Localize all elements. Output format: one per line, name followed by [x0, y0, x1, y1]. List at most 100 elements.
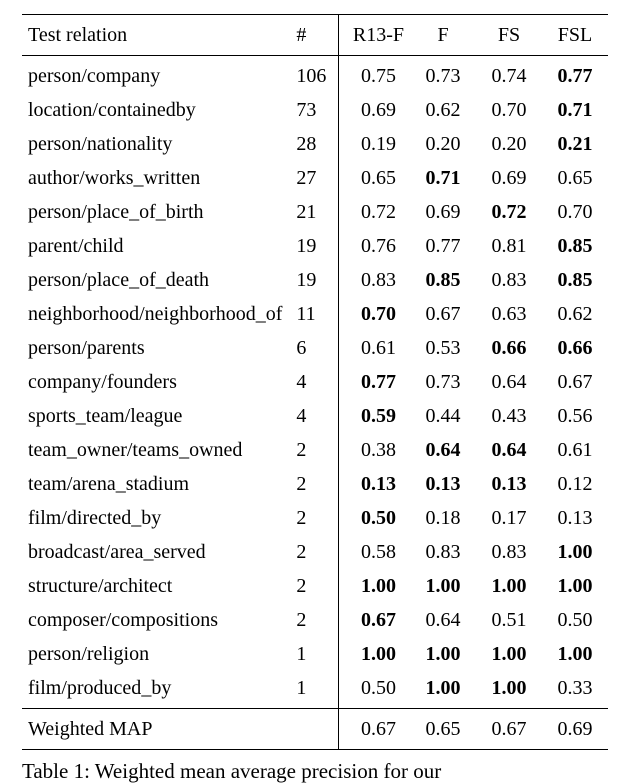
cell-value: 1.00 — [476, 671, 542, 709]
cell-value: 1.00 — [542, 535, 608, 569]
table-row: company/founders40.770.730.640.67 — [22, 365, 608, 399]
cell-count: 27 — [290, 161, 338, 195]
cell-value: 0.70 — [476, 93, 542, 127]
cell-value: 1.00 — [338, 637, 410, 671]
cell-count: 2 — [290, 467, 338, 501]
cell-value: 0.65 — [338, 161, 410, 195]
cell-value: 0.71 — [410, 161, 476, 195]
cell-value: 0.83 — [410, 535, 476, 569]
cell-relation: company/founders — [22, 365, 290, 399]
cell-relation: structure/architect — [22, 569, 290, 603]
cell-value: 1.00 — [410, 637, 476, 671]
cell-value: 0.72 — [338, 195, 410, 229]
table-row: person/nationality280.190.200.200.21 — [22, 127, 608, 161]
cell-value: 0.13 — [476, 467, 542, 501]
cell-count: 106 — [290, 56, 338, 94]
cell-value: 1.00 — [410, 569, 476, 603]
cell-value: 0.70 — [338, 297, 410, 331]
table-row: broadcast/area_served20.580.830.831.00 — [22, 535, 608, 569]
cell-count: 73 — [290, 93, 338, 127]
cell-value: 0.75 — [338, 56, 410, 94]
table-caption: Table 1: Weighted mean average precision… — [22, 758, 608, 784]
footer-v3: 0.67 — [476, 709, 542, 750]
cell-relation: person/religion — [22, 637, 290, 671]
table-row: film/produced_by10.501.001.000.33 — [22, 671, 608, 709]
footer-label: Weighted MAP — [22, 709, 290, 750]
cell-relation: person/parents — [22, 331, 290, 365]
cell-relation: person/place_of_death — [22, 263, 290, 297]
cell-value: 0.59 — [338, 399, 410, 433]
cell-value: 0.69 — [410, 195, 476, 229]
cell-count: 1 — [290, 637, 338, 671]
table-row: person/place_of_birth210.720.690.720.70 — [22, 195, 608, 229]
cell-relation: author/works_written — [22, 161, 290, 195]
cell-value: 0.67 — [410, 297, 476, 331]
cell-relation: person/nationality — [22, 127, 290, 161]
cell-value: 1.00 — [410, 671, 476, 709]
table-header-row: Test relation # R13-F F FS FSL — [22, 15, 608, 56]
cell-value: 0.44 — [410, 399, 476, 433]
cell-value: 0.83 — [476, 535, 542, 569]
cell-relation: location/containedby — [22, 93, 290, 127]
footer-v2: 0.65 — [410, 709, 476, 750]
cell-value: 0.38 — [338, 433, 410, 467]
cell-value: 0.67 — [542, 365, 608, 399]
cell-value: 0.66 — [542, 331, 608, 365]
cell-value: 0.70 — [542, 195, 608, 229]
cell-value: 0.61 — [338, 331, 410, 365]
cell-value: 1.00 — [542, 637, 608, 671]
cell-value: 0.33 — [542, 671, 608, 709]
col-header-fs: FS — [476, 15, 542, 56]
cell-value: 0.81 — [476, 229, 542, 263]
cell-relation: person/company — [22, 56, 290, 94]
cell-relation: parent/child — [22, 229, 290, 263]
cell-value: 1.00 — [476, 569, 542, 603]
cell-relation: broadcast/area_served — [22, 535, 290, 569]
cell-value: 0.85 — [542, 229, 608, 263]
cell-value: 0.76 — [338, 229, 410, 263]
cell-value: 0.17 — [476, 501, 542, 535]
cell-value: 0.19 — [338, 127, 410, 161]
cell-value: 0.85 — [542, 263, 608, 297]
cell-value: 0.50 — [338, 671, 410, 709]
cell-value: 0.58 — [338, 535, 410, 569]
cell-value: 0.62 — [542, 297, 608, 331]
table-row: person/religion11.001.001.001.00 — [22, 637, 608, 671]
footer-v1: 0.67 — [338, 709, 410, 750]
table-row: person/parents60.610.530.660.66 — [22, 331, 608, 365]
cell-count: 2 — [290, 433, 338, 467]
cell-count: 11 — [290, 297, 338, 331]
table-row: film/directed_by20.500.180.170.13 — [22, 501, 608, 535]
table-row: parent/child190.760.770.810.85 — [22, 229, 608, 263]
cell-value: 0.21 — [542, 127, 608, 161]
cell-count: 28 — [290, 127, 338, 161]
cell-value: 0.64 — [410, 433, 476, 467]
cell-value: 0.12 — [542, 467, 608, 501]
cell-value: 0.69 — [338, 93, 410, 127]
cell-value: 0.72 — [476, 195, 542, 229]
cell-relation: film/produced_by — [22, 671, 290, 709]
table-row: person/place_of_death190.830.850.830.85 — [22, 263, 608, 297]
cell-value: 0.62 — [410, 93, 476, 127]
cell-value: 0.73 — [410, 365, 476, 399]
cell-count: 6 — [290, 331, 338, 365]
table-row: author/works_written270.650.710.690.65 — [22, 161, 608, 195]
footer-v4: 0.69 — [542, 709, 608, 750]
cell-relation: person/place_of_birth — [22, 195, 290, 229]
cell-relation: team/arena_stadium — [22, 467, 290, 501]
cell-value: 1.00 — [542, 569, 608, 603]
cell-count: 2 — [290, 535, 338, 569]
cell-count: 2 — [290, 501, 338, 535]
col-header-r13f: R13-F — [338, 15, 410, 56]
cell-value: 0.77 — [542, 56, 608, 94]
col-header-relation: Test relation — [22, 15, 290, 56]
page: Test relation # R13-F F FS FSL person/co… — [0, 0, 630, 784]
cell-value: 0.56 — [542, 399, 608, 433]
results-table: Test relation # R13-F F FS FSL person/co… — [22, 14, 608, 750]
table-footer-row: Weighted MAP 0.67 0.65 0.67 0.69 — [22, 709, 608, 750]
cell-value: 0.50 — [338, 501, 410, 535]
cell-value: 0.64 — [476, 433, 542, 467]
cell-value: 0.13 — [542, 501, 608, 535]
table-row: structure/architect21.001.001.001.00 — [22, 569, 608, 603]
cell-value: 0.13 — [410, 467, 476, 501]
